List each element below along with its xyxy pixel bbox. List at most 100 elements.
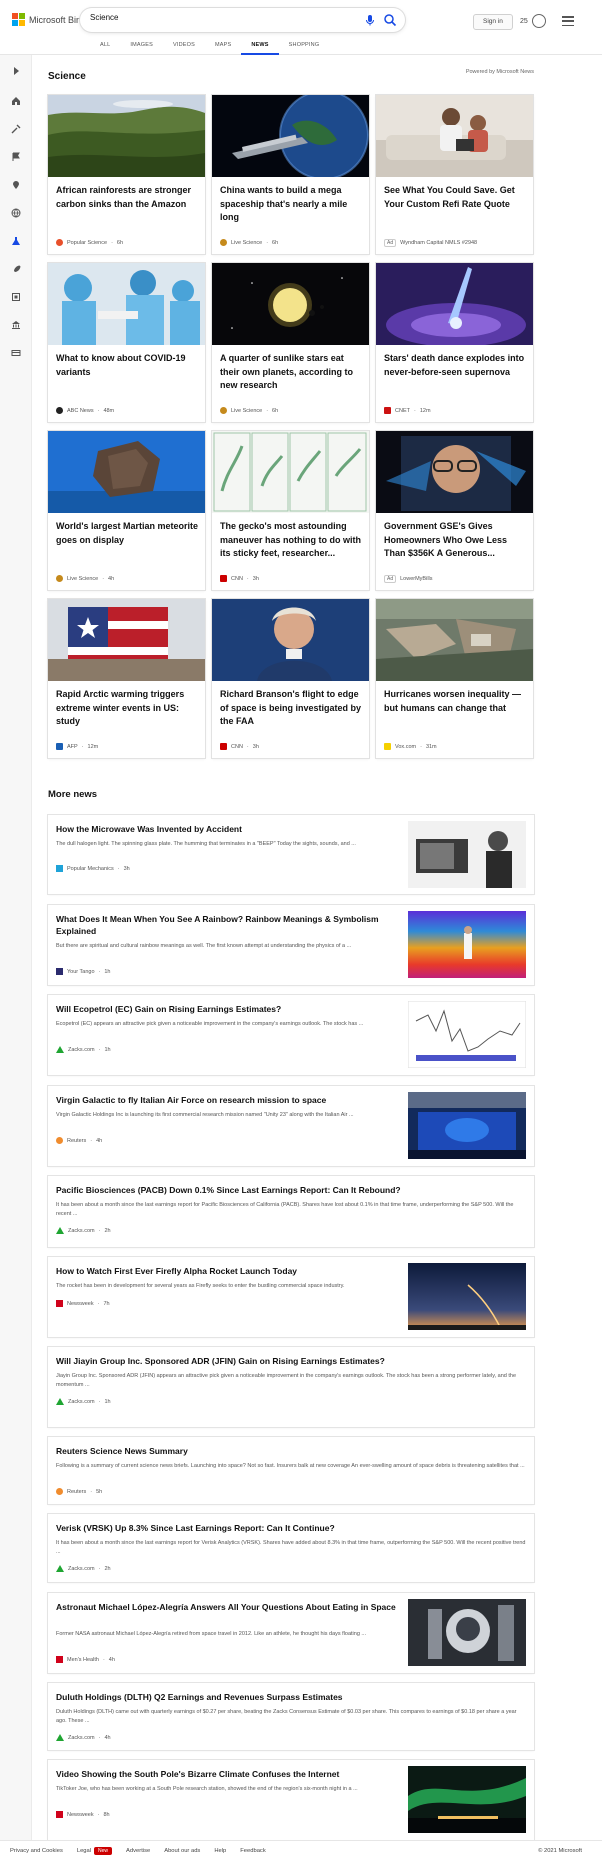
news-card[interactable]: Hurricanes worsen inequality — but human… — [376, 599, 533, 758]
help-link[interactable]: Help — [214, 1848, 226, 1854]
story-description: Jiayin Group Inc. Sponsored ADR (JFIN) a… — [56, 1373, 517, 1388]
story-item[interactable]: Astronaut Michael López-Alegría Answers … — [48, 1593, 534, 1673]
card-title[interactable]: A quarter of sunlike stars eat their own… — [220, 352, 363, 393]
story-description: The rocket has been in development for s… — [56, 1283, 345, 1289]
zacks-logo-icon — [56, 1398, 64, 1405]
zacks-logo-icon — [56, 1046, 64, 1053]
story-title[interactable]: Will Ecopetrol (EC) Gain on Rising Earni… — [56, 1003, 396, 1015]
story-thumbnail[interactable] — [408, 1001, 526, 1068]
story-title[interactable]: Video Showing the South Pole's Bizarre C… — [56, 1768, 396, 1780]
tab-all[interactable]: ALL — [90, 41, 120, 55]
card-title[interactable]: World's largest Martian meteorite goes o… — [56, 520, 199, 547]
search-box[interactable] — [80, 8, 405, 32]
story-item[interactable]: Will Ecopetrol (EC) Gain on Rising Earni… — [48, 995, 534, 1075]
tab-videos[interactable]: VIDEOS — [163, 41, 205, 55]
news-card[interactable]: Rapid Arctic warming triggers extreme wi… — [48, 599, 205, 758]
tab-shopping[interactable]: SHOPPING — [279, 41, 330, 55]
news-card[interactable]: African rainforests are stronger carbon … — [48, 95, 205, 254]
section-title[interactable]: Science — [48, 71, 86, 82]
story-description: TikToker Joe, who has been working at a … — [56, 1786, 358, 1792]
card-icon[interactable] — [10, 347, 22, 359]
more-news-heading: More news — [48, 789, 98, 800]
search-input[interactable] — [90, 13, 340, 22]
card-title[interactable]: Hurricanes worsen inequality — but human… — [384, 688, 527, 715]
news-card[interactable]: Stars' death dance explodes into never-b… — [376, 263, 533, 422]
news-card[interactable]: Richard Branson's flight to edge of spac… — [212, 599, 369, 758]
bing-logo[interactable]: Microsoft Bing — [12, 13, 86, 26]
ad-card[interactable]: Government GSE's Gives Homeowners Who Ow… — [376, 431, 533, 590]
story-title[interactable]: Duluth Holdings (DLTH) Q2 Earnings and R… — [56, 1691, 526, 1703]
story-title[interactable]: How to Watch First Ever Firefly Alpha Ro… — [56, 1265, 396, 1277]
card-title[interactable]: Richard Branson's flight to edge of spac… — [220, 688, 363, 729]
news-card[interactable]: The gecko's most astounding maneuver has… — [212, 431, 369, 590]
story-thumbnail[interactable] — [408, 911, 526, 978]
tab-news[interactable]: NEWS — [241, 41, 279, 55]
story-title[interactable]: How the Microwave Was Invented by Accide… — [56, 823, 396, 835]
story-title[interactable]: Will Jiayin Group Inc. Sponsored ADR (JF… — [56, 1355, 526, 1367]
footer-links: Privacy and Cookies Legal New Advertise A… — [10, 1847, 266, 1855]
story-title[interactable]: Virgin Galactic to fly Italian Air Force… — [56, 1094, 396, 1106]
card-title[interactable]: See What You Could Save. Get Your Custom… — [384, 184, 527, 211]
card-title[interactable]: African rainforests are stronger carbon … — [56, 184, 199, 211]
menu-icon[interactable] — [562, 16, 574, 26]
news-card[interactable]: World's largest Martian meteorite goes o… — [48, 431, 205, 590]
location-pin-icon[interactable] — [10, 179, 22, 191]
card-title[interactable]: Stars' death dance explodes into never-b… — [384, 352, 527, 379]
feedback-link[interactable]: Feedback — [240, 1848, 265, 1854]
tab-images[interactable]: IMAGES — [120, 41, 163, 55]
source-logo-icon — [220, 743, 227, 750]
card-title[interactable]: Rapid Arctic warming triggers extreme wi… — [56, 688, 199, 729]
source-logo-icon — [56, 968, 63, 975]
story-item[interactable]: What Does It Mean When You See A Rainbow… — [48, 905, 534, 985]
story-item[interactable]: Video Showing the South Pole's Bizarre C… — [48, 1760, 534, 1840]
news-card[interactable]: China wants to build a mega spaceship th… — [212, 95, 369, 254]
story-item[interactable]: How the Microwave Was Invented by Accide… — [48, 815, 534, 894]
news-card[interactable]: A quarter of sunlike stars eat their own… — [212, 263, 369, 422]
story-item[interactable]: Duluth Holdings (DLTH) Q2 Earnings and R… — [48, 1683, 534, 1750]
story-item[interactable]: Virgin Galactic to fly Italian Air Force… — [48, 1086, 534, 1166]
tools-icon[interactable] — [10, 123, 22, 135]
source-logo-icon — [220, 239, 227, 246]
card-image — [48, 95, 205, 177]
card-title[interactable]: The gecko's most astounding maneuver has… — [220, 520, 363, 561]
rocket-icon[interactable] — [10, 263, 22, 275]
story-item[interactable]: Verisk (VRSK) Up 8.3% Since Last Earning… — [48, 1514, 534, 1582]
card-title[interactable]: What to know about COVID-19 variants — [56, 352, 199, 379]
flag-icon[interactable] — [10, 151, 22, 163]
story-title[interactable]: Verisk (VRSK) Up 8.3% Since Last Earning… — [56, 1522, 526, 1534]
sign-in-button[interactable]: Sign in — [473, 14, 513, 30]
story-title[interactable]: What Does It Mean When You See A Rainbow… — [56, 913, 396, 937]
category-sidebar — [0, 55, 32, 1861]
story-thumbnail[interactable] — [408, 1599, 526, 1666]
story-item[interactable]: Will Jiayin Group Inc. Sponsored ADR (JF… — [48, 1347, 534, 1427]
expand-sidebar-icon[interactable] — [10, 65, 22, 77]
legal-link[interactable]: Legal New — [77, 1847, 113, 1855]
news-card[interactable]: What to know about COVID-19 variants ABC… — [48, 263, 205, 422]
card-title[interactable]: Government GSE's Gives Homeowners Who Ow… — [384, 520, 527, 561]
rewards-button[interactable]: 25 — [520, 14, 546, 28]
home-icon[interactable] — [10, 95, 22, 107]
card-title[interactable]: China wants to build a mega spaceship th… — [220, 184, 363, 225]
story-thumbnail[interactable] — [408, 1766, 526, 1833]
story-title[interactable]: Astronaut Michael López-Alegría Answers … — [56, 1601, 396, 1613]
science-flask-icon[interactable] — [10, 235, 22, 247]
globe-icon[interactable] — [10, 207, 22, 219]
ad-card[interactable]: See What You Could Save. Get Your Custom… — [376, 95, 533, 254]
about-ads-link[interactable]: About our ads — [164, 1848, 200, 1854]
advertise-link[interactable]: Advertise — [126, 1848, 150, 1854]
story-thumbnail[interactable] — [408, 821, 526, 888]
story-thumbnail[interactable] — [408, 1092, 526, 1159]
story-title[interactable]: Pacific Biosciences (PACB) Down 0.1% Sin… — [56, 1184, 526, 1196]
story-thumbnail[interactable] — [408, 1263, 526, 1330]
story-item[interactable]: How to Watch First Ever Firefly Alpha Ro… — [48, 1257, 534, 1337]
tab-maps[interactable]: MAPS — [205, 41, 241, 55]
story-title[interactable]: Reuters Science News Summary — [56, 1445, 526, 1457]
top-header: Microsoft Bing Sign in 25 ALL IMAGES VID… — [0, 0, 602, 55]
story-item[interactable]: Reuters Science News Summary Following i… — [48, 1437, 534, 1504]
microphone-icon[interactable] — [363, 13, 377, 27]
search-icon[interactable] — [383, 13, 397, 27]
privacy-link[interactable]: Privacy and Cookies — [10, 1848, 63, 1854]
bank-icon[interactable] — [10, 319, 22, 331]
film-icon[interactable] — [10, 291, 22, 303]
story-item[interactable]: Pacific Biosciences (PACB) Down 0.1% Sin… — [48, 1176, 534, 1247]
